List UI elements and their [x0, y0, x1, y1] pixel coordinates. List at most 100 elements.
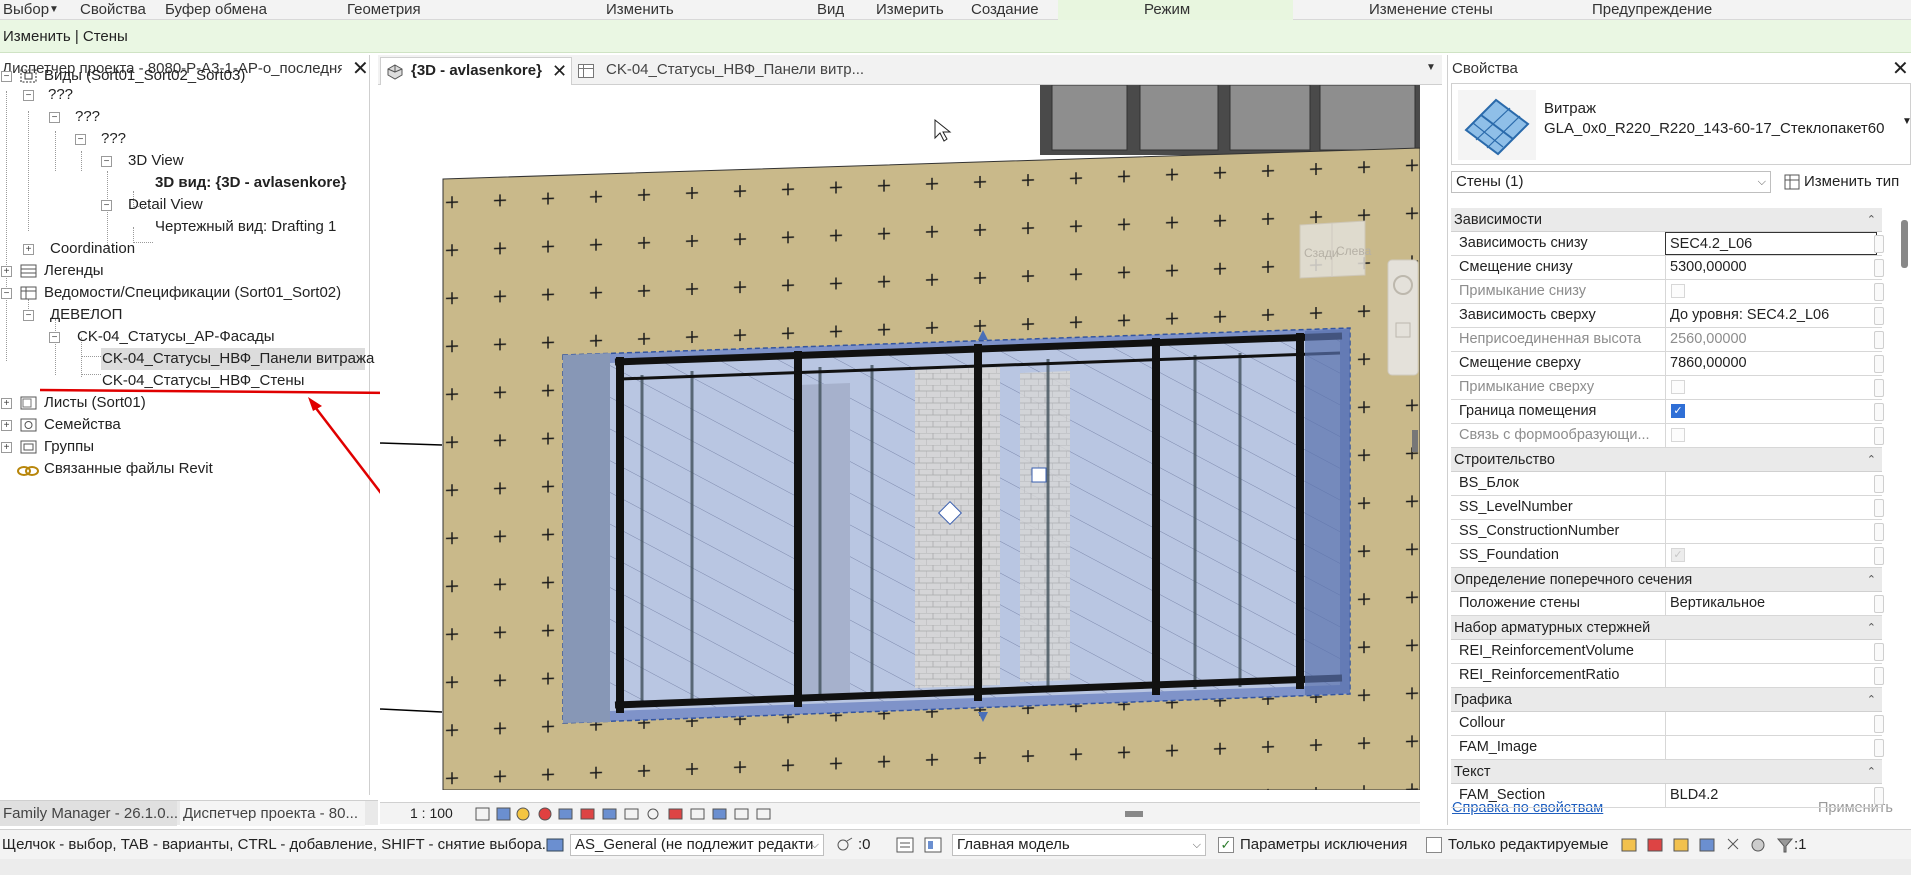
3d-viewport[interactable]: Сзади Слева [380, 85, 1420, 790]
tree-item-3d-view-active[interactable]: 3D вид: {3D - avlasenkore} [155, 172, 346, 194]
close-icon[interactable]: ✕ [552, 61, 567, 82]
collapse-icon[interactable]: ⌃ [1867, 568, 1876, 592]
property-value[interactable] [1665, 520, 1877, 543]
collapse-icon[interactable]: − [101, 200, 112, 211]
ribbon-tab-mode[interactable]: Режим [1144, 0, 1190, 20]
property-value[interactable] [1665, 472, 1877, 495]
expand-icon[interactable]: + [1, 398, 12, 409]
tree-item-groups[interactable]: Группы [44, 436, 94, 458]
property-edit-button[interactable] [1874, 379, 1884, 397]
property-checkbox[interactable]: ✓ [1671, 548, 1685, 562]
expand-icon[interactable]: + [1, 420, 12, 431]
horizontal-scrollbar-thumb[interactable] [1125, 811, 1143, 817]
tab-family-manager[interactable]: Family Manager - 26.1.0.... [0, 801, 177, 826]
design-options-dialog-icon[interactable] [924, 836, 942, 854]
property-value[interactable] [1665, 424, 1877, 447]
tree-item-facades[interactable]: CK-04_Статусы_AP-Фасады [77, 326, 275, 348]
property-edit-button[interactable] [1874, 667, 1884, 685]
property-edit-button[interactable] [1874, 739, 1884, 757]
tree-item-sheets[interactable]: Листы (Sort01) [44, 392, 146, 414]
type-selector[interactable]: Витраж GLA_0x0_R220_R220_143-60-17_Стекл… [1451, 83, 1911, 165]
properties-scrollbar-thumb[interactable] [1901, 220, 1908, 268]
property-checkbox[interactable] [1671, 284, 1685, 298]
viewcube-face-back[interactable]: Сзади [1304, 246, 1339, 260]
collapse-icon[interactable]: − [75, 134, 86, 145]
vertical-scrollbar-thumb[interactable] [1412, 430, 1418, 452]
property-group-header[interactable]: Зависимости ⌃ [1451, 208, 1882, 232]
selection-settings-icons[interactable] [1620, 835, 1820, 855]
ribbon-tab-geometry[interactable]: Геометрия [347, 0, 421, 20]
property-edit-button[interactable] [1874, 427, 1884, 445]
close-icon[interactable]: ✕ [1892, 59, 1909, 79]
property-edit-button[interactable] [1874, 235, 1884, 253]
property-value[interactable]: 5300,00000 [1665, 256, 1877, 279]
property-group-header[interactable]: Текст ⌃ [1451, 760, 1882, 784]
expand-icon[interactable]: + [1, 266, 12, 277]
exclude-options-checkbox[interactable]: ✓ [1218, 837, 1234, 853]
ribbon-tab-properties[interactable]: Свойства [80, 0, 146, 20]
tree-item-linked-files[interactable]: Связанные файлы Revit [44, 458, 213, 480]
ribbon-tab-select[interactable]: Выбор [3, 0, 49, 20]
ribbon-tab-measure[interactable]: Измерить [876, 0, 944, 20]
tab-project-browser[interactable]: Диспетчер проекта - 80... [180, 801, 365, 826]
property-value[interactable] [1665, 664, 1877, 687]
property-edit-button[interactable] [1874, 403, 1884, 421]
chevron-down-icon[interactable]: ▼ [49, 0, 59, 20]
property-edit-button[interactable] [1874, 595, 1884, 613]
edit-type-icon[interactable] [1784, 174, 1800, 190]
property-checkbox[interactable] [1671, 380, 1685, 394]
instance-filter-select[interactable]: Стены (1) ⌵ [1451, 171, 1771, 193]
editable-elements-icon[interactable] [836, 836, 854, 854]
property-value[interactable] [1665, 640, 1877, 663]
property-group-header[interactable]: Набор арматурных стержней ⌃ [1451, 616, 1882, 640]
collapse-icon[interactable]: − [1, 288, 12, 299]
property-value[interactable]: Вертикальное [1665, 592, 1877, 615]
property-checkbox[interactable] [1671, 428, 1685, 442]
collapse-icon[interactable]: − [49, 332, 60, 343]
property-value[interactable]: SEC4.2_L06 [1665, 232, 1877, 255]
collapse-icon[interactable]: ⌃ [1867, 616, 1876, 640]
property-value[interactable] [1665, 736, 1877, 759]
property-checkbox[interactable]: ✓ [1671, 404, 1685, 418]
property-value[interactable]: 7860,00000 [1665, 352, 1877, 375]
property-edit-button[interactable] [1874, 499, 1884, 517]
property-edit-button[interactable] [1874, 355, 1884, 373]
tree-item-walls[interactable]: CK-04_Статусы_НВФ_Стены [102, 370, 304, 392]
property-group-header[interactable]: Графика ⌃ [1451, 688, 1882, 712]
collapse-icon[interactable]: ⌃ [1867, 448, 1876, 472]
collapse-icon[interactable]: − [1, 71, 12, 82]
tree-item-views[interactable]: Виды (Sort01_Sort02_Sort03) [44, 65, 245, 87]
property-edit-button[interactable] [1874, 643, 1884, 661]
property-value[interactable] [1665, 712, 1877, 735]
collapse-icon[interactable]: − [23, 90, 34, 101]
property-value[interactable]: До уровня: SEC4.2_L06 [1665, 304, 1877, 327]
edit-type-button[interactable]: Изменить тип [1804, 171, 1899, 193]
ribbon-tab-modify[interactable]: Изменить [606, 0, 674, 20]
property-edit-button[interactable] [1874, 787, 1884, 805]
ribbon-tab-warning[interactable]: Предупреждение [1592, 0, 1712, 20]
property-edit-button[interactable] [1874, 307, 1884, 325]
collapse-icon[interactable]: ⌃ [1867, 208, 1876, 232]
collapse-icon[interactable]: ⌃ [1867, 760, 1876, 784]
collapse-icon[interactable]: − [23, 310, 34, 321]
property-value[interactable] [1665, 496, 1877, 519]
property-value[interactable]: ✓ [1665, 400, 1877, 423]
ribbon-tab-create[interactable]: Создание [971, 0, 1039, 20]
collapse-icon[interactable]: − [49, 112, 60, 123]
tree-item-drafting-view[interactable]: Чертежный вид: Drafting 1 [155, 216, 336, 238]
property-edit-button[interactable] [1874, 283, 1884, 301]
property-edit-button[interactable] [1874, 715, 1884, 733]
property-group-header[interactable]: Строительство ⌃ [1451, 448, 1882, 472]
tree-item-coordination[interactable]: Coordination [50, 238, 135, 260]
tree-item-group[interactable]: ??? [75, 106, 100, 128]
expand-icon[interactable]: + [1, 442, 12, 453]
navigation-bar[interactable] [1387, 259, 1419, 376]
property-value[interactable] [1665, 280, 1877, 303]
chevron-down-icon[interactable]: ▼ [1902, 116, 1911, 127]
property-edit-button[interactable] [1874, 259, 1884, 277]
viewcube-face-left[interactable]: Слева [1336, 244, 1372, 258]
ribbon-tab-clipboard[interactable]: Буфер обмена [165, 0, 267, 20]
ribbon-tab-view[interactable]: Вид [817, 0, 844, 20]
editable-only-checkbox[interactable] [1426, 837, 1442, 853]
tab-schedule-view[interactable]: CK-04_Статусы_НВФ_Панели витр... [578, 57, 868, 85]
